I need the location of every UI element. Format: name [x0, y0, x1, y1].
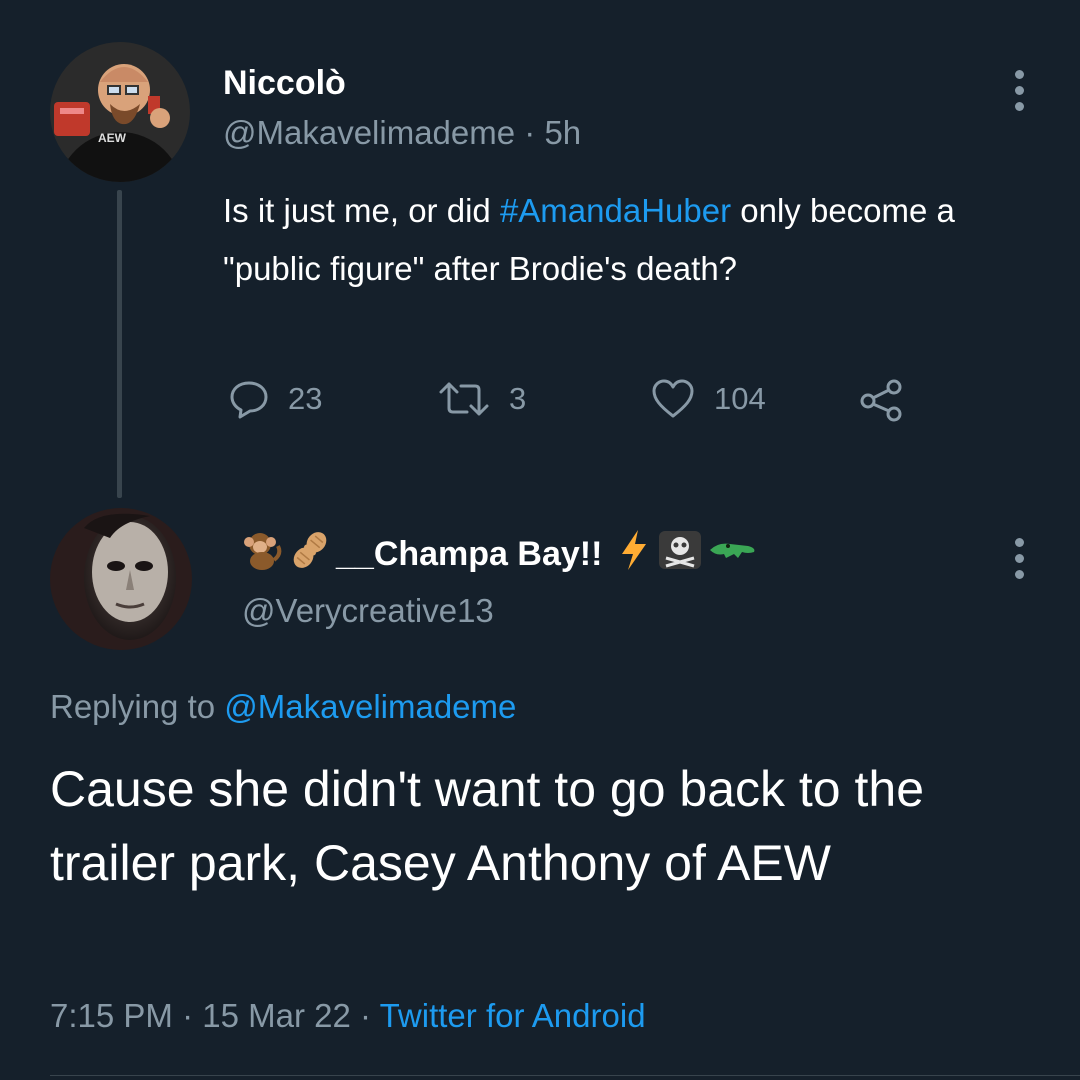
tweet-timestamp[interactable]: 5h: [544, 114, 581, 151]
display-name: __Champa Bay!!: [336, 535, 603, 573]
skull-crossbones-emoji: [658, 530, 702, 579]
more-options-button[interactable]: [1014, 70, 1026, 118]
reply-count: 23: [288, 381, 323, 416]
retweet-count: 3: [509, 381, 527, 416]
user-handle[interactable]: @Verycreative13: [242, 592, 494, 630]
meta-separator: ·: [182, 997, 194, 1034]
replying-to-label: Replying to: [50, 688, 225, 725]
avatar-logo-text: AEW: [98, 131, 127, 145]
reply-tweet-text: Cause she didn't want to go back to the …: [50, 761, 924, 891]
display-name[interactable]: Niccolò: [223, 64, 346, 103]
meta-separator: ·: [360, 997, 372, 1034]
thread-line: [117, 190, 122, 498]
replying-to-handle[interactable]: @Makavelimademe: [224, 688, 516, 725]
monkey-emoji: [240, 528, 284, 581]
retweet-button[interactable]: 3: [437, 378, 526, 420]
reply-button[interactable]: 23: [228, 378, 322, 420]
like-icon: [652, 379, 694, 418]
tweet-source[interactable]: Twitter for Android: [380, 997, 646, 1034]
tweet-header-meta: @Makavelimademe · 5h: [223, 114, 581, 152]
avatar-champa-bay[interactable]: [50, 508, 192, 650]
share-button[interactable]: [858, 378, 906, 422]
more-icon: [1015, 538, 1024, 547]
peanut-emoji: [290, 528, 330, 581]
replying-to: Replying to @Makavelimademe: [50, 688, 516, 726]
retweet-icon: [439, 382, 489, 416]
crocodile-emoji: [708, 530, 758, 579]
hashtag-link[interactable]: #AmandaHuber: [500, 192, 731, 229]
display-name-row[interactable]: __Champa Bay!!: [240, 528, 758, 581]
tweet-text-start: Is it just me, or did: [223, 192, 500, 229]
avatar-niccolo[interactable]: AEW: [50, 42, 190, 182]
more-options-button[interactable]: [1014, 538, 1026, 586]
tweet-date[interactable]: 15 Mar 22: [202, 997, 351, 1034]
like-count: 104: [714, 381, 766, 416]
reply-icon: [230, 381, 268, 419]
meta-separator: ·: [524, 114, 536, 151]
lightning-emoji: [616, 528, 652, 581]
user-handle[interactable]: @Makavelimademe: [223, 114, 515, 151]
more-icon: [1015, 70, 1024, 79]
like-button[interactable]: 104: [650, 378, 766, 420]
tweet-time[interactable]: 7:15 PM: [50, 997, 173, 1034]
tweet-text: Is it just me, or did #AmandaHuber only …: [223, 182, 983, 298]
share-icon: [860, 379, 902, 422]
divider: [50, 1075, 1080, 1076]
tweet-meta: 7:15 PM · 15 Mar 22 · Twitter for Androi…: [50, 997, 646, 1035]
